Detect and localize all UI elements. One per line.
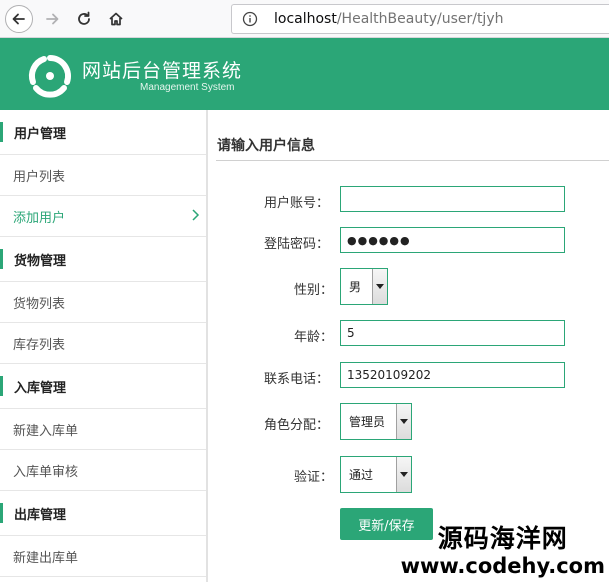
sidebar-item-add-user[interactable]: 添加用户: [0, 196, 206, 237]
dropdown-arrow: [396, 404, 411, 439]
arrow-left-icon: [12, 13, 25, 25]
sidebar-item-label: 入库单审核: [13, 464, 79, 480]
role-select[interactable]: 管理员: [340, 403, 412, 440]
url-text: localhost/HealthBeauty/user/tjyh: [274, 11, 503, 27]
sidebar: 用户管理 用户列表 添加用户 货物管理 货物列表 库存列表 入库管理 新建入库单…: [0, 110, 208, 582]
verify-select[interactable]: 通过: [340, 456, 412, 493]
gender-value: 男: [349, 280, 362, 294]
caret-down-icon: [400, 472, 408, 477]
back-button[interactable]: [5, 5, 33, 33]
phone-label: 联系电话：: [264, 372, 330, 387]
address-bar[interactable]: localhost/HealthBeauty/user/tjyh: [231, 4, 609, 34]
home-button[interactable]: [102, 5, 130, 33]
sidebar-section-inbound-management[interactable]: 入库管理: [0, 364, 206, 409]
sidebar-item-user-list[interactable]: 用户列表: [0, 155, 206, 196]
account-input[interactable]: [340, 186, 565, 212]
home-icon: [109, 12, 123, 26]
sidebar-section-label: 用户管理: [14, 126, 67, 142]
site-header: 网站后台管理系统 Management System: [0, 38, 609, 110]
caret-down-icon: [400, 419, 408, 424]
sidebar-item-label: 用户列表: [13, 169, 66, 185]
url-path: /HealthBeauty/user/tjyh: [336, 11, 504, 27]
browser-toolbar: localhost/HealthBeauty/user/tjyh: [0, 0, 609, 38]
sidebar-item-goods-list[interactable]: 货物列表: [0, 282, 206, 323]
arrow-right-icon: [46, 13, 59, 25]
age-input[interactable]: 5: [340, 320, 565, 346]
sidebar-item-label: 新建出库单: [13, 550, 79, 566]
sidebar-item-new-inbound[interactable]: 新建入库单: [0, 409, 206, 450]
main-panel: 请输入用户信息 用户账号： 登陆密码： ●●●●●● 性别： 男 年龄： 5 联…: [208, 110, 609, 582]
sidebar-section-outbound-management[interactable]: 出库管理: [0, 491, 206, 536]
password-label: 登陆密码：: [264, 237, 330, 252]
reload-button[interactable]: [70, 5, 98, 33]
sidebar-section-label: 出库管理: [14, 507, 67, 523]
age-label: 年龄：: [294, 330, 334, 345]
password-input[interactable]: ●●●●●●: [340, 227, 565, 253]
phone-input[interactable]: 13520109202: [340, 362, 565, 388]
dropdown-arrow: [372, 269, 387, 304]
sidebar-item-label: 新建入库单: [13, 423, 79, 439]
sidebar-section-label: 入库管理: [14, 380, 67, 396]
sidebar-item-inbound-review[interactable]: 入库单审核: [0, 450, 206, 491]
caret-down-icon: [376, 284, 384, 289]
panel-title: 请输入用户信息: [217, 138, 315, 154]
site-subtitle: Management System: [140, 82, 235, 93]
save-button[interactable]: 更新/保存: [340, 508, 433, 540]
sidebar-item-label: 货物列表: [13, 296, 66, 312]
reload-icon: [78, 11, 90, 25]
sidebar-section-label: 货物管理: [14, 253, 67, 269]
gender-label: 性别：: [294, 283, 334, 298]
sidebar-item-stock-list[interactable]: 库存列表: [0, 323, 206, 364]
sidebar-item-new-outbound[interactable]: 新建出库单: [0, 536, 206, 577]
sidebar-item-label: 添加用户: [13, 210, 66, 226]
role-value: 管理员: [349, 415, 386, 429]
sidebar-section-user-management[interactable]: 用户管理: [0, 110, 206, 155]
forward-button[interactable]: [38, 5, 66, 33]
url-host: localhost: [274, 11, 337, 27]
role-label: 角色分配：: [264, 418, 330, 433]
dropdown-arrow: [396, 457, 411, 492]
sidebar-section-goods-management[interactable]: 货物管理: [0, 237, 206, 282]
chevron-right-icon: [192, 209, 200, 221]
info-icon[interactable]: [242, 11, 258, 27]
logo-icon: [28, 54, 72, 98]
gender-select[interactable]: 男: [340, 268, 388, 305]
account-label: 用户账号：: [264, 196, 330, 211]
site-title: 网站后台管理系统: [82, 60, 243, 82]
verify-label: 验证：: [294, 470, 334, 485]
verify-value: 通过: [349, 468, 374, 482]
sidebar-item-label: 库存列表: [13, 337, 66, 353]
panel-divider: [216, 160, 609, 161]
